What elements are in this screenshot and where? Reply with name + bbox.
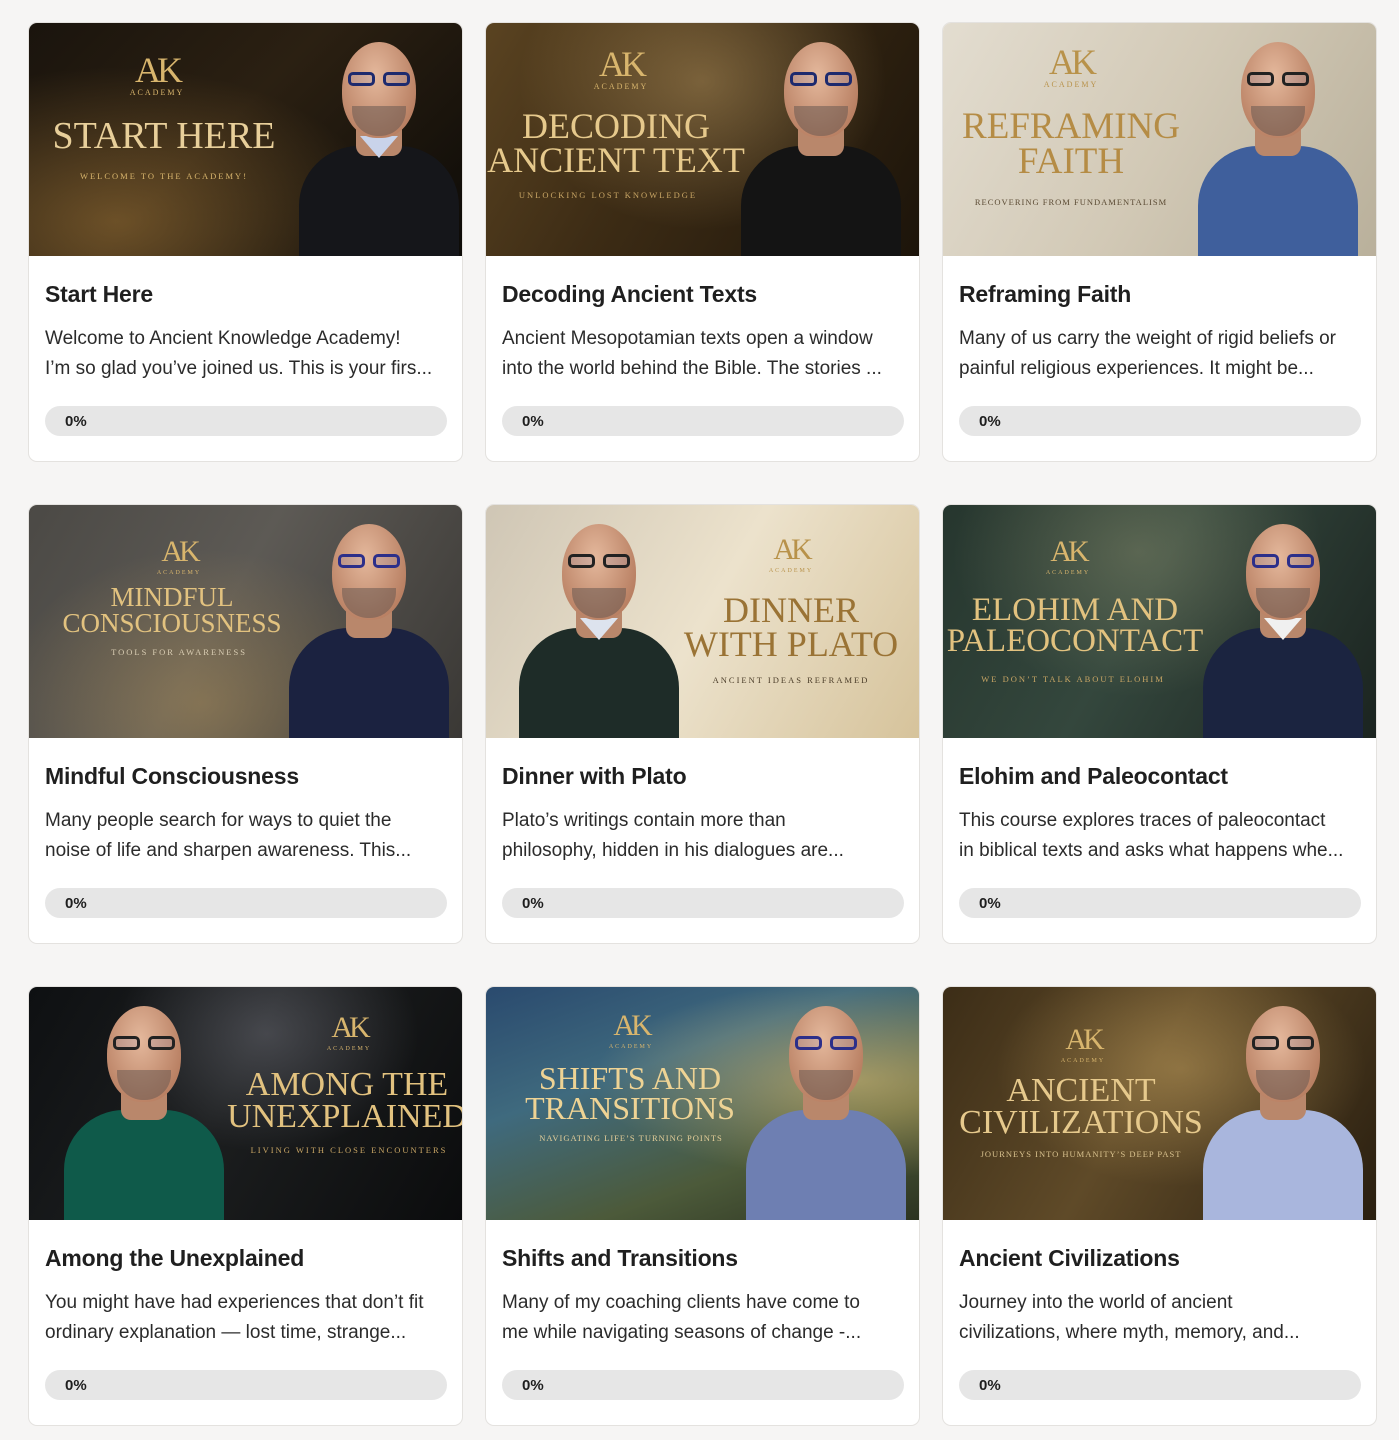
- progress-bar: 0%: [502, 406, 904, 436]
- progress-percent: 0%: [65, 895, 87, 912]
- progress-bar: 0%: [959, 406, 1361, 436]
- course-card-start-here[interactable]: AK ACADEMY START HERE WELCOME TO THE ACA…: [28, 22, 463, 462]
- course-description: This course explores traces of paleocont…: [959, 810, 1344, 861]
- course-title[interactable]: Elohim and Paleocontact: [959, 762, 1360, 790]
- instructor-portrait: [284, 513, 454, 738]
- course-title[interactable]: Start Here: [45, 280, 446, 308]
- course-description: You might have had experiences that don’…: [45, 1292, 424, 1343]
- course-thumbnail[interactable]: AK ACADEMY REFRAMING FAITH RECOVERING FR…: [943, 23, 1376, 256]
- progress-percent: 0%: [979, 895, 1001, 912]
- thumbnail-heading: START HERE: [52, 115, 276, 157]
- instructor-portrait: [741, 995, 911, 1220]
- thumbnail-heading: REFRAMING FAITH: [962, 106, 1180, 183]
- course-description: Plato’s writings contain more than philo…: [502, 810, 844, 861]
- progress-bar: 0%: [502, 888, 904, 918]
- course-thumbnail[interactable]: AK ACADEMY ELOHIM AND PALEOCONTACT WE DO…: [943, 505, 1376, 738]
- course-card-dinner-with-plato[interactable]: AK ACADEMY DINNER WITH PLATO ANCIENT IDE…: [485, 504, 920, 944]
- instructor-portrait: [294, 31, 462, 256]
- thumbnail-heading: ELOHIM AND PALEOCONTACT: [946, 592, 1204, 660]
- progress-percent: 0%: [979, 1377, 1001, 1394]
- thumbnail-heading: DINNER WITH PLATO: [683, 590, 899, 665]
- thumbnail-heading: AMONG THE UNEXPLAINED: [227, 1066, 462, 1136]
- thumbnail-heading: SHIFTS AND TRANSITIONS: [525, 1060, 735, 1127]
- academy-logo: AK ACADEMY: [608, 1009, 654, 1050]
- thumbnail-tagline: JOURNEYS INTO HUMANITY’S DEEP PAST: [980, 1149, 1182, 1159]
- course-title[interactable]: Reframing Faith: [959, 280, 1360, 308]
- course-description: Many people search for ways to quiet the…: [45, 810, 412, 861]
- instructor-portrait: [736, 31, 906, 256]
- academy-logo: AK ACADEMY: [1043, 42, 1099, 89]
- course-thumbnail[interactable]: AK ACADEMY ANCIENT CIVILIZATIONS JOURNEY…: [943, 987, 1376, 1220]
- course-title[interactable]: Mindful Consciousness: [45, 762, 446, 790]
- progress-percent: 0%: [522, 1377, 544, 1394]
- progress-bar: 0%: [959, 1370, 1361, 1400]
- thumbnail-heading: ANCIENT CIVILIZATIONS: [959, 1072, 1203, 1142]
- instructor-portrait: [1198, 995, 1368, 1220]
- academy-logo: AK ACADEMY: [326, 1011, 372, 1052]
- course-title[interactable]: Among the Unexplained: [45, 1244, 446, 1272]
- course-thumbnail[interactable]: AK ACADEMY SHIFTS AND TRANSITIONS NAVIGA…: [486, 987, 919, 1220]
- thumbnail-tagline: TOOLS FOR AWARENESS: [111, 647, 247, 657]
- course-description: Journey into the world of ancient civili…: [959, 1292, 1300, 1343]
- course-thumbnail[interactable]: AK ACADEMY START HERE WELCOME TO THE ACA…: [29, 23, 462, 256]
- course-card-decoding-ancient-texts[interactable]: AK ACADEMY DECODING ANCIENT TEXT UNLOCKI…: [485, 22, 920, 462]
- course-thumbnail[interactable]: AK ACADEMY AMONG THE UNEXPLAINED LIVING …: [29, 987, 462, 1220]
- course-card-among-the-unexplained[interactable]: AK ACADEMY AMONG THE UNEXPLAINED LIVING …: [28, 986, 463, 1426]
- thumbnail-heading: DECODING ANCIENT TEXT: [487, 106, 745, 181]
- progress-bar: 0%: [45, 1370, 447, 1400]
- progress-bar: 0%: [959, 888, 1361, 918]
- thumbnail-tagline: LIVING WITH CLOSE ENCOUNTERS: [250, 1145, 448, 1155]
- academy-logo: AK ACADEMY: [1060, 1023, 1106, 1064]
- thumbnail-tagline: WE DON’T TALK ABOUT ELOHIM: [981, 674, 1165, 684]
- course-description: Ancient Mesopotamian texts open a window…: [502, 328, 882, 379]
- thumbnail-tagline: RECOVERING FROM FUNDAMENTALISM: [974, 197, 1168, 207]
- course-description: Welcome to Ancient Knowledge Academy! I’…: [45, 328, 433, 379]
- instructor-portrait: [1198, 513, 1368, 738]
- instructor-portrait: [59, 995, 229, 1220]
- instructor-portrait: [514, 513, 684, 738]
- course-title[interactable]: Decoding Ancient Texts: [502, 280, 903, 308]
- progress-percent: 0%: [65, 1377, 87, 1394]
- course-description: Many of us carry the weight of rigid bel…: [959, 328, 1337, 379]
- progress-percent: 0%: [522, 413, 544, 430]
- progress-percent: 0%: [522, 895, 544, 912]
- thumbnail-tagline: WELCOME TO THE ACADEMY!: [79, 171, 249, 181]
- progress-bar: 0%: [502, 1370, 904, 1400]
- academy-logo: AK ACADEMY: [156, 535, 202, 576]
- course-title[interactable]: Ancient Civilizations: [959, 1244, 1360, 1272]
- thumbnail-tagline: ANCIENT IDEAS REFRAMED: [712, 675, 870, 685]
- course-card-mindful-consciousness[interactable]: AK ACADEMY MINDFUL CONSCIOUSNESS TOOLS F…: [28, 504, 463, 944]
- academy-logo: AK ACADEMY: [1045, 535, 1091, 576]
- course-thumbnail[interactable]: AK ACADEMY DINNER WITH PLATO ANCIENT IDE…: [486, 505, 919, 738]
- course-title[interactable]: Dinner with Plato: [502, 762, 903, 790]
- thumbnail-tagline: NAVIGATING LIFE’S TURNING POINTS: [539, 1133, 723, 1143]
- course-thumbnail[interactable]: AK ACADEMY MINDFUL CONSCIOUSNESS TOOLS F…: [29, 505, 462, 738]
- course-card-ancient-civilizations[interactable]: AK ACADEMY ANCIENT CIVILIZATIONS JOURNEY…: [942, 986, 1377, 1426]
- course-thumbnail[interactable]: AK ACADEMY DECODING ANCIENT TEXT UNLOCKI…: [486, 23, 919, 256]
- progress-percent: 0%: [65, 413, 87, 430]
- course-grid: AK ACADEMY START HERE WELCOME TO THE ACA…: [28, 22, 1377, 1426]
- course-description: Many of my coaching clients have come to…: [502, 1292, 862, 1343]
- academy-logo: AK ACADEMY: [593, 44, 649, 91]
- academy-logo: AK ACADEMY: [768, 533, 814, 574]
- academy-logo: AK ACADEMY: [129, 50, 185, 97]
- thumbnail-heading: MINDFUL CONSCIOUSNESS: [62, 582, 282, 638]
- progress-bar: 0%: [45, 888, 447, 918]
- instructor-portrait: [1193, 31, 1363, 256]
- thumbnail-tagline: UNLOCKING LOST KNOWLEDGE: [518, 190, 698, 200]
- progress-bar: 0%: [45, 406, 447, 436]
- course-card-elohim-and-paleocontact[interactable]: AK ACADEMY ELOHIM AND PALEOCONTACT WE DO…: [942, 504, 1377, 944]
- course-card-reframing-faith[interactable]: AK ACADEMY REFRAMING FAITH RECOVERING FR…: [942, 22, 1377, 462]
- course-card-shifts-and-transitions[interactable]: AK ACADEMY SHIFTS AND TRANSITIONS NAVIGA…: [485, 986, 920, 1426]
- course-title[interactable]: Shifts and Transitions: [502, 1244, 903, 1272]
- progress-percent: 0%: [979, 413, 1001, 430]
